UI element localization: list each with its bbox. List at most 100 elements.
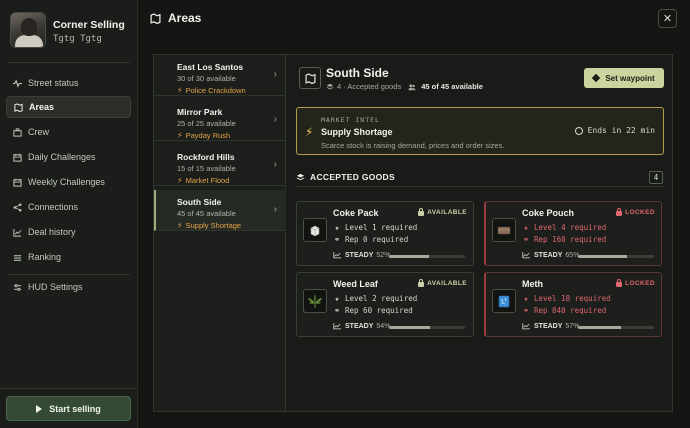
areas-panel: East Los Santos 30 of 30 available ⚡ Poli…	[153, 54, 673, 412]
nav-item-label: Daily Challenges	[28, 152, 96, 162]
star-icon: ★	[523, 294, 529, 303]
status-badge: LOCKED	[616, 208, 655, 216]
goods-name: Coke Pack	[333, 208, 379, 218]
market-intel-title: Supply Shortage	[321, 127, 393, 137]
bolt-icon: ⚡	[177, 131, 183, 140]
page-title: Areas	[150, 11, 201, 25]
sidebar: Corner Selling Tgtg Tgtg Street status A…	[0, 0, 138, 428]
rep-requirement-text: Rep 840 required	[534, 306, 607, 315]
nav-item-street-status[interactable]: Street status	[6, 72, 131, 94]
star-icon: ★	[334, 223, 340, 232]
close-button[interactable]: ✕	[658, 9, 677, 28]
area-event: ⚡ Police Crackdown	[177, 86, 286, 95]
chevron-right-icon: ›	[273, 204, 277, 215]
waypoint-icon	[592, 73, 601, 83]
layers-icon	[326, 83, 334, 89]
map-icon	[150, 12, 161, 24]
area-item-south-side[interactable]: South Side 45 of 45 available ⚡ Supply Sh…	[154, 190, 286, 231]
divider	[296, 186, 664, 187]
trend-icon	[522, 323, 530, 330]
nav-item-ranking[interactable]: Ranking	[6, 246, 131, 268]
level-requirement: ★ Level 18 required	[522, 294, 611, 303]
users-icon	[408, 83, 416, 90]
area-list: East Los Santos 30 of 30 available ⚡ Poli…	[154, 55, 286, 411]
bolt-icon: ⚡	[305, 125, 314, 139]
lock-icon	[616, 279, 623, 287]
chart-icon	[13, 228, 22, 237]
goods-card-meth[interactable]: Meth LOCKED ★ Level 18 required ⚭ Rep 840 …	[484, 272, 662, 337]
rep-requirement: ⚭ Rep 160 required	[522, 235, 606, 244]
market-intel-label: MARKET INTEL	[321, 116, 380, 124]
status-badge: AVAILABLE	[418, 208, 467, 216]
nav-item-label: Street status	[28, 78, 79, 88]
set-waypoint-button[interactable]: Set waypoint	[584, 68, 664, 88]
status-badge-text: AVAILABLE	[427, 280, 467, 287]
divider	[8, 62, 130, 63]
area-name: Rockford Hills	[177, 152, 235, 162]
share-icon	[13, 203, 22, 212]
divider	[0, 388, 137, 389]
goods-card-coke-pouch[interactable]: Coke Pouch LOCKED ★ Level 4 required ⚭ Rep…	[484, 201, 662, 266]
market-intel-timer-text: Ends in 22 min	[587, 126, 655, 135]
goods-card-coke-pack[interactable]: Coke Pack AVAILABLE ★ Level 1 required ⚭ R…	[296, 201, 474, 266]
calendar-icon	[13, 178, 22, 187]
level-requirement: ★ Level 1 required	[333, 223, 418, 232]
market-intel-banner: ⚡ MARKET INTEL Supply Shortage Scarce st…	[296, 107, 664, 155]
accepted-goods-heading-text: ACCEPTED GOODS	[310, 172, 395, 182]
area-event: ⚡ Payday Rush	[177, 131, 286, 140]
layers-icon	[296, 173, 305, 180]
demand-bar-fill	[578, 326, 622, 329]
demand-trend: STEADY 54%	[333, 323, 390, 330]
demand-bar	[578, 326, 654, 329]
weed-leaf-icon	[303, 289, 327, 313]
unlock-icon	[418, 279, 425, 287]
rep-requirement-text: Rep 0 required	[345, 235, 409, 244]
area-item-rockford-hills[interactable]: Rockford Hills 15 of 15 available ⚡ Marke…	[154, 145, 286, 186]
status-badge-text: LOCKED	[625, 280, 655, 287]
demand-bar-fill	[389, 326, 431, 329]
sliders-icon	[13, 283, 22, 292]
handshake-icon: ⚭	[333, 235, 341, 244]
map-icon	[14, 102, 23, 112]
goods-name: Weed Leaf	[333, 279, 378, 289]
nav-item-weekly-challenges[interactable]: Weekly Challenges	[6, 171, 131, 193]
demand-bar	[389, 255, 465, 258]
nav-item-label: Ranking	[28, 252, 62, 262]
trend-icon	[333, 252, 341, 259]
nav-item-areas[interactable]: Areas	[6, 96, 131, 118]
demand-bar	[389, 326, 465, 329]
crew-icon	[13, 127, 22, 137]
area-event-label: Supply Shortage	[185, 221, 242, 230]
nav-item-deal-history[interactable]: Deal history	[6, 221, 131, 243]
area-availability: 15 of 15 available	[177, 164, 236, 173]
area-item-mirror-park[interactable]: Mirror Park 25 of 25 available ⚡ Payday R…	[154, 100, 286, 141]
nav-item-daily-challenges[interactable]: Daily Challenges	[6, 146, 131, 168]
area-availability: 45 of 45 available	[177, 209, 236, 218]
nav-item-label: Weekly Challenges	[28, 177, 105, 187]
accepted-goods-count: 4	[649, 171, 663, 184]
level-requirement: ★ Level 2 required	[333, 294, 418, 303]
area-item-east-los-santos[interactable]: East Los Santos 30 of 30 available ⚡ Poli…	[154, 55, 286, 96]
play-icon	[36, 404, 43, 413]
level-requirement-text: Level 4 required	[534, 223, 607, 232]
clock-icon	[574, 126, 583, 135]
goods-card-weed-leaf[interactable]: Weed Leaf AVAILABLE ★ Level 2 required ⚭ R…	[296, 272, 474, 337]
ranking-icon	[13, 253, 22, 262]
nav-item-label: Connections	[28, 202, 79, 212]
map-icon	[299, 67, 321, 89]
start-selling-button[interactable]: Start selling	[6, 396, 131, 421]
accepted-goods-summary: 4 · Accepted goods	[337, 82, 402, 91]
nav-item-crew[interactable]: Crew	[6, 121, 131, 143]
area-detail-title: South Side	[326, 66, 389, 80]
nav-item-hud-settings[interactable]: HUD Settings	[6, 276, 131, 298]
meth-icon	[492, 289, 516, 313]
lock-icon	[616, 208, 623, 216]
bolt-icon: ⚡	[177, 176, 183, 185]
level-requirement-text: Level 18 required	[534, 294, 611, 303]
nav-item-label: Crew	[28, 127, 50, 137]
goods-name: Meth	[522, 279, 543, 289]
handshake-icon: ⚭	[333, 306, 341, 315]
nav-item-connections[interactable]: Connections	[6, 196, 131, 218]
rep-requirement: ⚭ Rep 60 required	[333, 306, 413, 315]
demand-bar-fill	[578, 255, 628, 258]
